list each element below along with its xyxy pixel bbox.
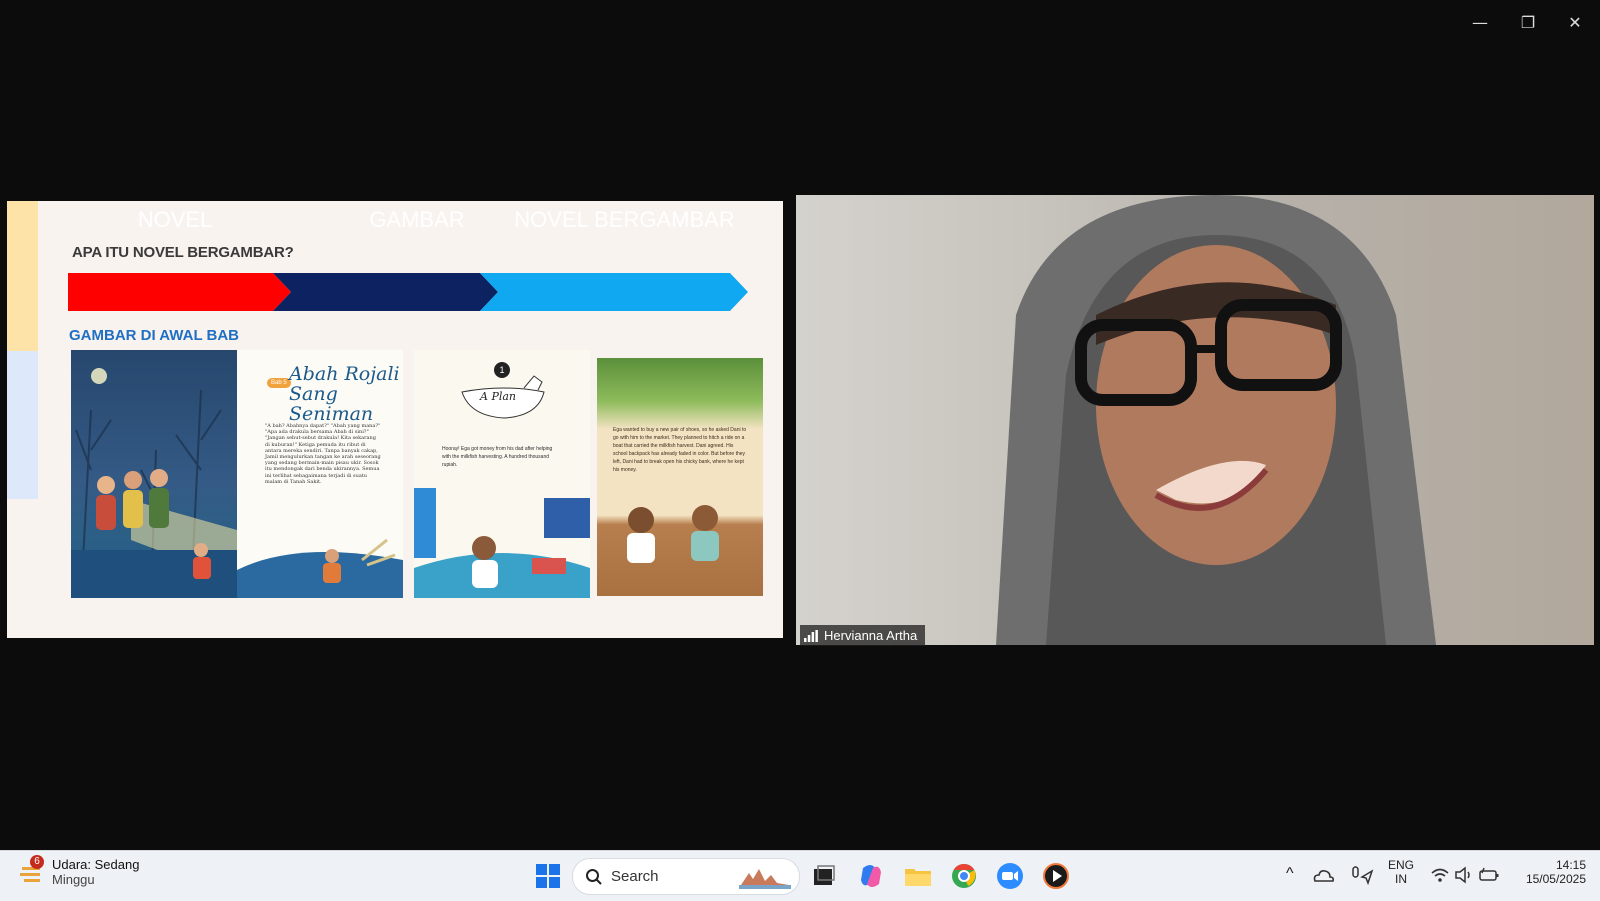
chevron-novel (68, 273, 291, 311)
wifi-icon[interactable] (1430, 866, 1450, 884)
zoom-icon[interactable] (994, 860, 1026, 892)
weather-icon: 6 (18, 855, 44, 887)
task-view-icon[interactable] (808, 860, 840, 892)
battery-icon[interactable] (1478, 866, 1500, 884)
clock-time: 14:15 (1555, 858, 1586, 872)
book1-title: Abah Rojali Sang Seniman (289, 364, 403, 424)
slide-title: APA ITU NOVEL BERGAMBAR? (72, 244, 294, 261)
taskbar: 6 Udara: Sedang Minggu Search ^ ENG IN 1… (0, 850, 1600, 901)
weather-day: Minggu (52, 872, 95, 887)
chevron-novel-bergambar (480, 273, 748, 311)
minimize-button[interactable]: — (1462, 8, 1498, 36)
start-button[interactable] (532, 860, 564, 892)
clock[interactable]: 14:15 15/05/2025 (1514, 858, 1586, 886)
chevron-label-novel-bergambar: NOVEL BERGAMBAR (514, 207, 735, 232)
restore-button[interactable]: ❐ (1510, 8, 1546, 36)
book1-title-line2: Sang Seniman (289, 383, 374, 425)
book1-text-page: Bab 5 Abah Rojali Sang Seniman "A bah? A… (237, 350, 403, 598)
chevron-banner (68, 273, 748, 311)
search-icon (586, 868, 602, 885)
taskbar-search-box[interactable]: Search (572, 858, 800, 895)
book2-chapter-title: A Plan (480, 390, 517, 403)
participant-name-tag: Hervianna Artha (800, 625, 926, 646)
slide-accent-strip-top (7, 201, 38, 351)
chevron-gambar (273, 273, 498, 311)
file-explorer-icon[interactable] (902, 860, 934, 892)
chevron-label-novel: NOVEL (137, 207, 213, 232)
weather-badge: 6 (30, 855, 44, 869)
clock-date: 15/05/2025 (1525, 872, 1586, 886)
book1-body-text: "A bah? Abahnya dapat?" "Abah yang mana?… (265, 423, 381, 485)
tray-overflow-chevron[interactable]: ^ (1286, 865, 1294, 883)
microphone-location-icon[interactable] (1350, 865, 1374, 887)
search-label: Search (611, 868, 659, 885)
participant-video[interactable] (796, 195, 1594, 645)
book1-chapter-tag: Bab 5 (267, 378, 291, 388)
keyboard-region: IN (1395, 872, 1407, 886)
book1-title-line1: Abah Rojali (289, 363, 400, 385)
participant-name: Hervianna Artha (824, 628, 918, 643)
volume-icon[interactable] (1454, 866, 1474, 884)
language-code: ENG (1387, 858, 1414, 872)
book2-left-page: 1 A Plan Hooray! Ega got money from his … (414, 350, 590, 598)
book2-right-page: Ega wanted to buy a new pair of shoes, s… (597, 358, 763, 596)
slide-subtitle: GAMBAR DI AWAL BAB (69, 327, 239, 344)
weather-widget[interactable]: 6 Udara: Sedang Minggu (18, 855, 140, 887)
signal-strength-icon (804, 629, 818, 642)
close-button[interactable]: ✕ (1557, 8, 1593, 36)
search-highlight-icon (739, 868, 791, 889)
shared-slide: APA ITU NOVEL BERGAMBAR? NOVEL GAMBAR NO… (7, 201, 783, 638)
book2-right-text: Ega wanted to buy a new pair of shoes, s… (613, 427, 747, 473)
media-player-icon[interactable] (1040, 860, 1072, 892)
book2-left-text: Hooray! Ega got money from his dad after… (442, 446, 553, 468)
language-indicator[interactable]: ENG IN (1386, 858, 1416, 886)
slide-accent-strip-bottom (7, 351, 38, 499)
chrome-icon[interactable] (948, 860, 980, 892)
onedrive-icon[interactable] (1312, 865, 1334, 887)
copilot-icon[interactable] (855, 860, 887, 892)
weather-status: Udara: Sedang (52, 857, 140, 872)
book1-illustration (71, 350, 237, 598)
